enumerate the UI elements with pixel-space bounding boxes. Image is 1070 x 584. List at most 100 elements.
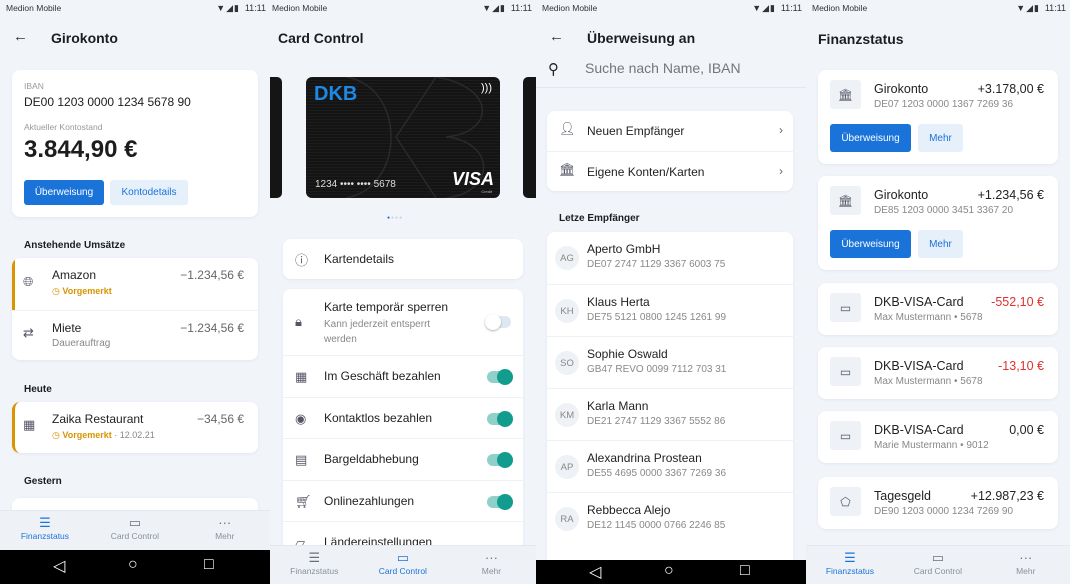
search-bar[interactable]: ⚲	[536, 58, 806, 88]
bank-icon: 🏛︎	[559, 162, 576, 177]
nav-label: Finanzstatus	[825, 566, 875, 576]
search-icon: ⚲	[548, 61, 559, 78]
option-own-accounts[interactable]: 🏛︎ Eigene Konten/Karten ›	[547, 151, 793, 191]
nav-finanzstatus[interactable]: ☰ Finanzstatus	[806, 550, 894, 576]
account-sub: Max Mustermann • 5678	[874, 376, 983, 387]
more-icon: ···	[1019, 550, 1033, 565]
transaction-zaika[interactable]: ▦ Zaika Restaurant ◷ Vorgemerkt · 12.02.…	[12, 402, 258, 453]
avatar: AG	[555, 246, 579, 270]
back-arrow-icon[interactable]: ←	[549, 28, 564, 45]
more-button[interactable]: Mehr	[918, 230, 963, 258]
recents-icon[interactable]: □	[740, 562, 750, 580]
recipient-iban: DE21 2747 1129 3367 5552 86	[587, 416, 726, 427]
balance-label: Aktueller Kontostand	[24, 122, 103, 132]
more-button[interactable]: Mehr	[918, 124, 963, 152]
back-icon[interactable]: ◁	[589, 562, 601, 582]
card-next[interactable]	[523, 77, 536, 198]
account-amount: +3.178,00 €	[977, 82, 1044, 96]
account-card[interactable]: ⬠ Tagesgeld +12.987,23 € DE90 1203 0000 …	[818, 477, 1058, 529]
nav-card-control[interactable]: ▭ Card Control	[894, 550, 982, 576]
bank-icon: 🏛︎	[830, 186, 861, 215]
bottom-nav: ☰ Finanzstatus ▭ Card Control ··· Mehr	[270, 545, 536, 584]
recent-title: Letze Empfänger	[559, 213, 640, 224]
transaction-amount: −1.234,56 €	[180, 321, 244, 335]
option-new-recipient[interactable]: 👤︎ Neuen Empfänger ›	[547, 111, 793, 151]
setting-sub: Kann jederzeit entsperrt werden	[324, 319, 431, 345]
recipient-row[interactable]: KM Karla Mann DE21 2747 1129 3367 5552 8…	[547, 388, 793, 440]
transfer-button[interactable]: Überweisung	[24, 180, 104, 205]
nav-mehr[interactable]: ··· Mehr	[447, 550, 536, 576]
recipient-row[interactable]: AP Alexandrina Prostean DE55 4695 0000 3…	[547, 440, 793, 492]
bank-icon: 🏛︎	[830, 80, 861, 109]
transaction-name: Zaika Restaurant	[52, 412, 144, 426]
card-details-row[interactable]: ⓘ Kartendetails	[283, 239, 523, 279]
nav-finanzstatus[interactable]: ☰ Finanzstatus	[0, 515, 90, 541]
setting-label: Kontaktlos bezahlen	[324, 410, 433, 425]
card-setting-row[interactable]: ▤ Bargeldabhebung	[283, 438, 523, 480]
cards-icon: ▭	[128, 515, 141, 530]
account-card[interactable]: ▭ DKB-VISA-Card -552,10 € Max Mustermann…	[818, 283, 1058, 335]
account-card[interactable]: 🏛︎ Girokonto +3.178,00 € DE07 1203 0000 …	[818, 70, 1058, 164]
account-name: DKB-VISA-Card	[874, 423, 964, 437]
transfer-button[interactable]: Überweisung	[830, 124, 911, 152]
transaction-miete[interactable]: ⇄ Miete Dauerauftrag −1.234,56 €	[12, 310, 258, 360]
nav-label: Mehr	[215, 531, 235, 541]
back-icon[interactable]: ◁	[53, 556, 65, 576]
account-details-button[interactable]: Kontodetails	[110, 180, 188, 205]
card-setting-row[interactable]: 🛒︎ Onlinezahlungen	[283, 479, 523, 522]
card-setting-row[interactable]: 🔒︎ Karte temporär sperren Kann jederzeit …	[283, 289, 523, 355]
setting-toggle[interactable]	[487, 452, 513, 468]
account-name: Girokonto	[874, 188, 929, 202]
card-network-sub: Credit	[481, 189, 492, 194]
clock: 11:11	[780, 3, 802, 13]
status-bar: Medion Mobile ▼◢▮ 11:11	[806, 0, 1070, 16]
setting-toggle[interactable]	[487, 410, 513, 427]
bottom-nav: ☰ Finanzstatus ▭ Card Control ··· Mehr	[806, 545, 1070, 584]
card-setting-row[interactable]: ◉ Kontaktlos bezahlen	[283, 396, 523, 439]
recipient-name: Klaus Herta	[587, 295, 650, 309]
home-icon[interactable]: ○	[128, 556, 138, 574]
nav-card-control[interactable]: ▭ Card Control	[90, 515, 180, 541]
carrier: Medion Mobile	[6, 3, 62, 13]
home-icon[interactable]: ○	[664, 562, 674, 580]
recipient-row[interactable]: RA Rebbecca Alejo DE12 1145 0000 0766 22…	[547, 492, 793, 544]
account-card[interactable]: ▭ DKB-VISA-Card 0,00 € Marie Mustermann …	[818, 411, 1058, 463]
pending-list: 🌐︎ Amazon ◷ Vorgemerkt −1.234,56 € ⇄ Mie…	[12, 258, 258, 360]
setting-toggle[interactable]	[487, 493, 513, 510]
page-title: Girokonto	[51, 30, 118, 46]
recipient-row[interactable]: SO Sophie Oswald GB47 REVO 0099 7112 703…	[547, 336, 793, 388]
account-card[interactable]: ▭ DKB-VISA-Card -13,10 € Max Mustermann …	[818, 347, 1058, 399]
nav-finanzstatus[interactable]: ☰ Finanzstatus	[270, 550, 359, 576]
bottom-nav: ☰ Finanzstatus ▭ Card Control ··· Mehr	[0, 510, 270, 550]
cards-icon: ▭	[396, 550, 409, 565]
nav-mehr[interactable]: ··· Mehr	[982, 550, 1070, 576]
recipient-row[interactable]: AG Aperto GmbH DE07 2747 1129 3367 6003 …	[547, 232, 793, 284]
pending-title: Anstehende Umsätze	[24, 240, 126, 251]
card-prev[interactable]	[270, 77, 282, 198]
setting-toggle[interactable]	[487, 369, 513, 385]
account-amount: 0,00 €	[1009, 423, 1044, 437]
account-card[interactable]: 🏛︎ Girokonto +1.234,56 € DE85 1203 0000 …	[818, 176, 1058, 270]
store-icon: ▦	[295, 369, 308, 384]
setting-toggle[interactable]	[485, 314, 511, 330]
transaction-amount: −34,56 €	[196, 412, 244, 426]
account-name: DKB-VISA-Card	[874, 359, 964, 373]
account-name: Girokonto	[874, 82, 929, 96]
page-title: Card Control	[278, 30, 364, 46]
transfer-button[interactable]: Überweisung	[830, 230, 911, 258]
payment-card[interactable]: DKB ))) 1234 •••• •••• 5678 VISA Credit	[306, 77, 500, 198]
option-label: Neuen Empfänger	[587, 124, 685, 138]
carrier: Medion Mobile	[812, 3, 868, 13]
setting-label: Bargeldabhebung	[324, 452, 419, 466]
transaction-amazon[interactable]: 🌐︎ Amazon ◷ Vorgemerkt −1.234,56 €	[12, 258, 258, 310]
search-input[interactable]	[585, 60, 795, 76]
recipient-iban: GB47 REVO 0099 7112 703 31	[587, 364, 727, 375]
status-text: Vorgemerkt	[62, 286, 112, 296]
nav-card-control[interactable]: ▭ Card Control	[359, 550, 448, 576]
card-setting-row[interactable]: ▦ Im Geschäft bezahlen	[283, 355, 523, 397]
android-nav-bar: ◁ ○ □	[0, 550, 270, 584]
back-arrow-icon[interactable]: ←	[13, 28, 28, 45]
recents-icon[interactable]: □	[204, 556, 214, 574]
recipient-row[interactable]: KH Klaus Herta DE75 5121 0800 1245 1261 …	[547, 284, 793, 336]
nav-mehr[interactable]: ··· Mehr	[180, 515, 270, 541]
